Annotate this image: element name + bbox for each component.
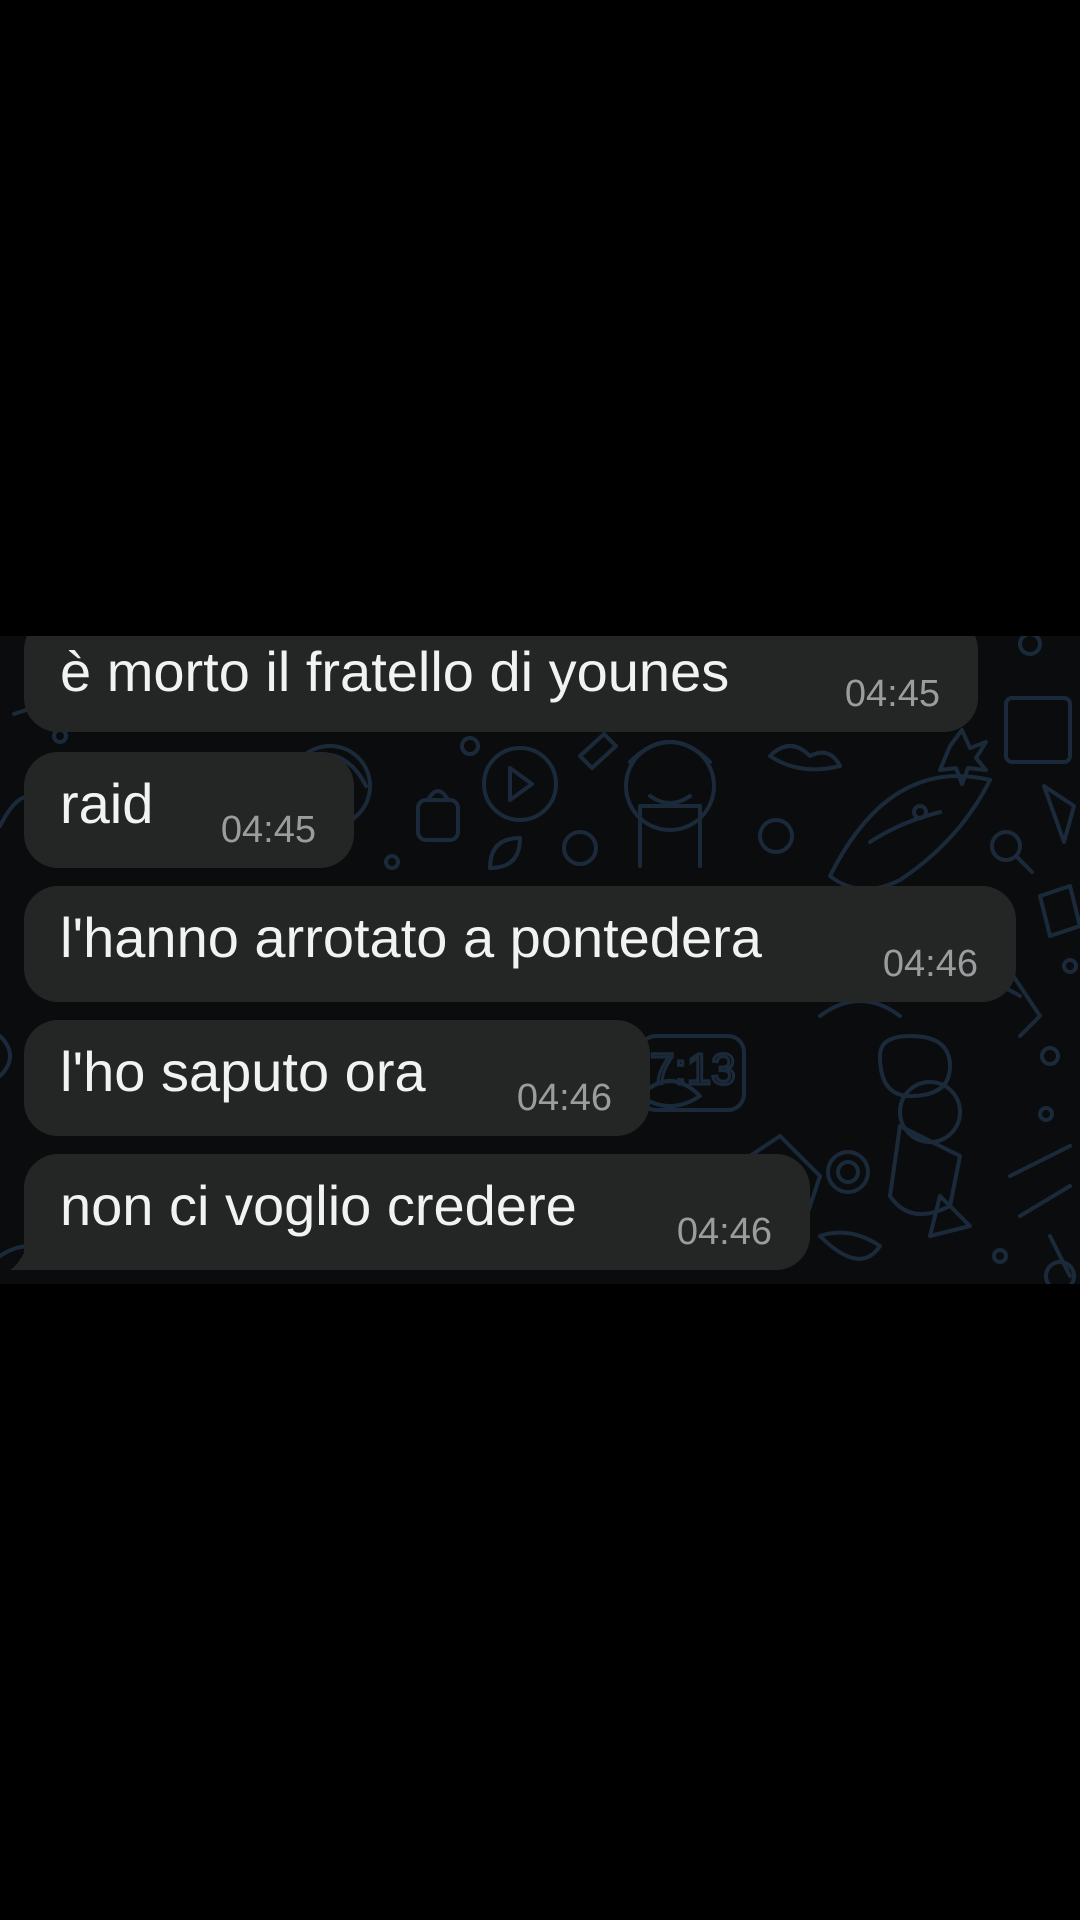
message-bubble[interactable]: raid 04:45: [24, 752, 354, 868]
message-bubble[interactable]: non ci voglio credere 04:46: [24, 1154, 810, 1270]
message-text: l'ho saputo ora: [60, 1040, 426, 1103]
message-timestamp: 04:45: [220, 809, 316, 851]
message-timestamp: 04:46: [516, 1077, 612, 1119]
screenshot-frame: 7:13 è morto il fratello di younes 04:45…: [0, 0, 1080, 1920]
message-bubble[interactable]: l'hanno arrotato a pontedera 04:46: [24, 886, 1016, 1002]
message-bubble[interactable]: l'ho saputo ora 04:46: [24, 1020, 650, 1136]
message-text: raid: [60, 772, 154, 835]
bubble-tail-icon: [10, 1242, 44, 1270]
message-bubble[interactable]: è morto il fratello di younes 04:45: [24, 636, 978, 732]
message-timestamp: 04:46: [676, 1211, 772, 1253]
message-text: non ci voglio credere: [60, 1174, 577, 1237]
message-timestamp: 04:45: [844, 673, 940, 715]
message-timestamp: 04:46: [882, 943, 978, 985]
chat-area[interactable]: 7:13 è morto il fratello di younes 04:45…: [0, 636, 1080, 1284]
message-text: l'hanno arrotato a pontedera: [60, 906, 762, 969]
wallpaper-clock-doodle-text: 7:13: [650, 1045, 736, 1094]
message-text: è morto il fratello di younes: [60, 640, 730, 703]
